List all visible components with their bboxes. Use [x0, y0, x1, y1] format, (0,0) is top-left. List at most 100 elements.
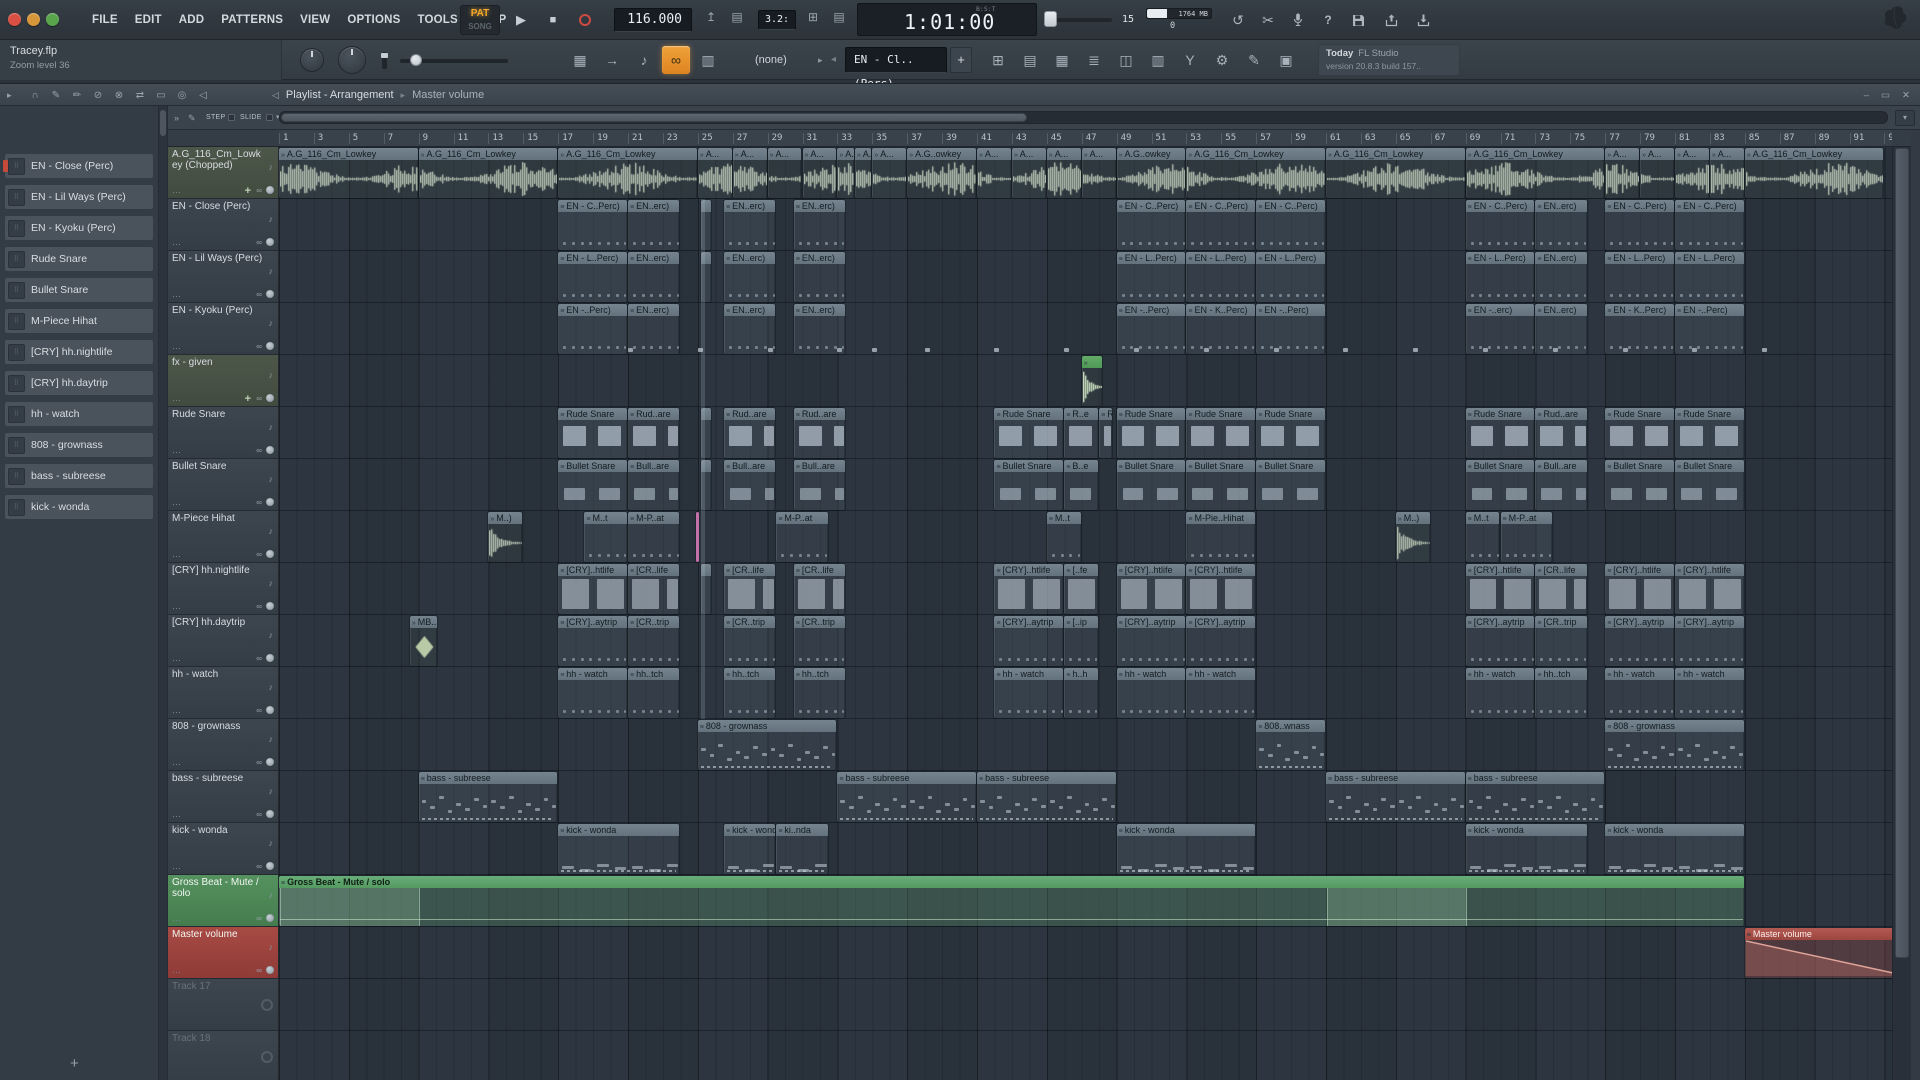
- clip-en-c-perc[interactable]: ≡ EN - C..Perc): [1186, 200, 1256, 250]
- track-mute-led[interactable]: [266, 654, 274, 662]
- pattern-item-9[interactable]: ⠿ hh - watch: [5, 402, 153, 426]
- track-mute-led[interactable]: [266, 238, 274, 246]
- track-mute-led[interactable]: [266, 810, 274, 818]
- pattern-item-11[interactable]: ⠿ bass - subreese: [5, 464, 153, 488]
- magnet-icon[interactable]: ∩: [26, 87, 44, 103]
- tempo-display[interactable]: 116.000: [614, 8, 692, 32]
- clip[interactable]: [701, 408, 711, 458]
- track-header-17[interactable]: Track 17: [168, 979, 279, 1031]
- mute-icon[interactable]: ⊗: [110, 87, 128, 103]
- track-menu-dots[interactable]: ⋯: [172, 915, 182, 926]
- clip-en-l-perc[interactable]: ≡ EN - L..Perc): [1116, 252, 1186, 302]
- menu-options[interactable]: OPTIONS: [347, 14, 400, 26]
- clip-m-t[interactable]: ≡ M..t: [1465, 512, 1500, 562]
- clip-a[interactable]: »A...: [802, 148, 837, 198]
- clip-a[interactable]: »A...: [1011, 148, 1046, 198]
- clip-bull-are[interactable]: ≡ Bull..are: [1535, 460, 1587, 510]
- clip-bullet-snare[interactable]: ≡ Bullet Snare: [1256, 460, 1325, 510]
- clip-a[interactable]: »A...: [732, 148, 767, 198]
- clip-bullet-snare[interactable]: ≡ Bullet Snare: [1116, 460, 1186, 510]
- clip-hh-watch[interactable]: ≡ hh - watch: [1605, 668, 1674, 718]
- export-button[interactable]: [1378, 8, 1404, 32]
- zoom-icon[interactable]: ◎: [173, 87, 191, 103]
- clip-kick-wonda[interactable]: ≡kick - wonda: [1465, 824, 1587, 874]
- clip-b-e[interactable]: ≡ B..e: [1064, 460, 1099, 510]
- pattern-item-5[interactable]: ⠿ Bullet Snare: [5, 278, 153, 302]
- track-menu-dots[interactable]: ⋯: [172, 967, 182, 978]
- track-header-14[interactable]: kick - wonda ⋯ ♪ ∞: [168, 823, 279, 875]
- clip-en-erc[interactable]: ≡ EN..erc): [1535, 252, 1587, 302]
- track-lane-4[interactable]: ≡ EN -..Perc) ≡ EN..erc) ≡ EN..erc) ≡ EN..erc) ≡…: [279, 303, 1892, 355]
- track-menu-dots[interactable]: ⋯: [172, 187, 182, 198]
- clip-hh-watch[interactable]: ≡ hh - watch: [1465, 668, 1535, 718]
- track-header-6[interactable]: Rude Snare ⋯ ♪ ∞: [168, 407, 279, 459]
- clip-m[interactable]: » M..): [488, 512, 523, 562]
- clip-en-c-perc[interactable]: ≡ EN - C..Perc): [1675, 200, 1744, 250]
- song-mode-label[interactable]: SONG: [461, 21, 499, 32]
- menu-add[interactable]: ADD: [179, 14, 205, 26]
- clip-rud-are[interactable]: ≡ Rud..are: [723, 408, 776, 458]
- track-link-icon[interactable]: ∞: [256, 238, 262, 247]
- track-lane-11[interactable]: ≡ hh - watch ≡ hh..tch ≡ hh..tch ≡ hh..tch ≡ hh -…: [279, 667, 1892, 719]
- clip-m-p-at[interactable]: ≡ M-P..at: [628, 512, 680, 562]
- mic-button[interactable]: [1285, 8, 1311, 32]
- track-header-12[interactable]: 808 - grownass ⋯ ♪ ∞: [168, 719, 279, 771]
- track-mute-led[interactable]: [266, 290, 274, 298]
- controller-chevron-icon[interactable]: ▸: [818, 40, 823, 80]
- playlist-titlebar[interactable]: ▸ ∩ ✎ ✏ ⊘ ⊗ ⇄ ▭ ◎ ◁ ◁ Playlist - Arrangement ▸ M…: [0, 84, 1920, 106]
- clip-cry-htlife[interactable]: ≡ [CRY]..htlife: [1186, 564, 1256, 614]
- track-header-9[interactable]: [CRY] hh.nightlife ⋯ ♪ ∞: [168, 563, 279, 615]
- clip-en-k-perc[interactable]: ≡ EN - K..Perc): [1605, 304, 1674, 354]
- view-piano-roll-button[interactable]: ▤: [1016, 46, 1044, 74]
- scroll-options-button[interactable]: ▾: [1895, 110, 1915, 126]
- clip-hh-watch[interactable]: ≡ hh - watch: [1116, 668, 1186, 718]
- track-link-icon[interactable]: ∞: [256, 602, 262, 611]
- clip-m-pie-hihat[interactable]: ≡ M-Pie..Hihat: [1186, 512, 1256, 562]
- clip-a[interactable]: »A...: [1709, 148, 1744, 198]
- track-mute-led[interactable]: [266, 862, 274, 870]
- playlist-menu-arrow-icon[interactable]: ▸: [7, 84, 12, 106]
- master-volume-knob[interactable]: [410, 54, 422, 66]
- draw-icon[interactable]: ✎: [47, 87, 65, 103]
- grid-view-button[interactable]: ▦: [566, 46, 594, 74]
- render-button[interactable]: [1410, 8, 1436, 32]
- track-mute-led[interactable]: [266, 446, 274, 454]
- clip-cry-htlife[interactable]: ≡ [CRY]..htlife: [1605, 564, 1674, 614]
- clip-en-erc[interactable]: ≡ EN..erc): [1535, 200, 1587, 250]
- undo-button[interactable]: ↺: [1225, 8, 1251, 32]
- clip-rud-are[interactable]: ≡ Rud..are: [793, 408, 846, 458]
- typing-keyboard-icon[interactable]: ▤: [726, 10, 748, 24]
- clip-cr-life[interactable]: ≡ [CR..life: [793, 564, 846, 614]
- clip-bass-subreese[interactable]: ≡ bass - subreese: [1326, 772, 1465, 822]
- clip-a[interactable]: »A...: [872, 148, 907, 198]
- clip-en-c-perc[interactable]: ≡ EN - C..Perc): [1465, 200, 1535, 250]
- track-link-icon[interactable]: ∞: [256, 290, 262, 299]
- clip-a-g-owkey[interactable]: » A.G..owkey: [1116, 148, 1186, 198]
- arrow-tool-button[interactable]: →: [598, 46, 626, 74]
- maximize-button[interactable]: ▭: [1881, 90, 1890, 101]
- track-header-10[interactable]: [CRY] hh.daytrip ⋯ ♪ ∞: [168, 615, 279, 667]
- clip-bass-subreese[interactable]: ≡ bass - subreese: [977, 772, 1116, 822]
- track-link-icon[interactable]: ∞: [256, 966, 262, 975]
- clip-en-c-perc[interactable]: ≡ EN - C..Perc): [1116, 200, 1186, 250]
- track-menu-dots[interactable]: ⋯: [172, 759, 182, 770]
- clip-cry-aytrip[interactable]: ≡ [CRY]..aytrip: [558, 616, 627, 666]
- track-link-icon[interactable]: ∞: [256, 186, 262, 195]
- clip-cry-aytrip[interactable]: ≡ [CRY]..aytrip: [994, 616, 1064, 666]
- pan-slider[interactable]: [381, 52, 388, 69]
- track-mute-led[interactable]: [266, 966, 274, 974]
- paint-icon[interactable]: ✏: [68, 87, 86, 103]
- clip-en-l-perc[interactable]: ≡ EN - L..Perc): [1465, 252, 1535, 302]
- track-menu-dots[interactable]: ⋯: [172, 291, 182, 302]
- clip-hh-tch[interactable]: ≡ hh..tch: [793, 668, 846, 718]
- clip-rud-are[interactable]: ≡ Rud..are: [1535, 408, 1587, 458]
- track-arm-button[interactable]: [261, 999, 273, 1011]
- clip-en-k-perc[interactable]: ≡ EN - K..Perc): [1186, 304, 1256, 354]
- clip-r[interactable]: ≡R..: [1099, 408, 1113, 458]
- clip-en-l-perc[interactable]: ≡ EN - L..Perc): [1256, 252, 1325, 302]
- picker-scrollbar[interactable]: [159, 106, 168, 1080]
- track-lane-10[interactable]: »MB..1)≡[CRY]..aytrip≡[CR..trip≡[CR..tri…: [279, 615, 1892, 667]
- clip[interactable]: [701, 564, 711, 614]
- clip-a[interactable]: »A...: [1640, 148, 1674, 198]
- track-menu-dots[interactable]: ⋯: [172, 551, 182, 562]
